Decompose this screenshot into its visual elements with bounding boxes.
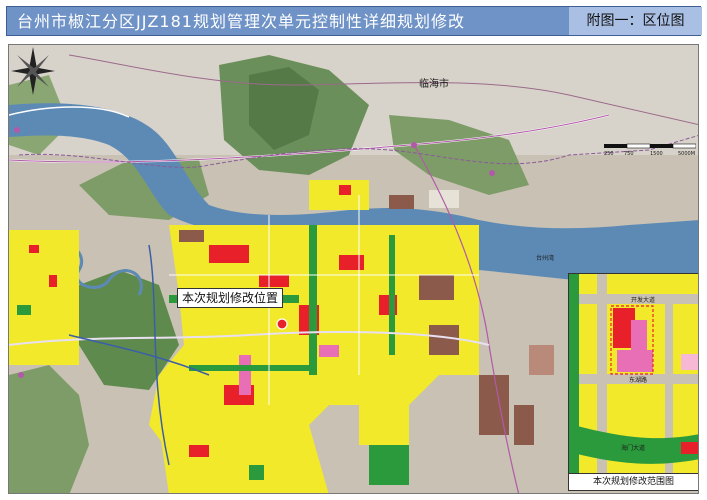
interchange-marker bbox=[14, 127, 20, 133]
inset-green-strip bbox=[569, 274, 579, 476]
interchange-marker bbox=[489, 170, 495, 176]
scale-tick: 750 bbox=[624, 151, 634, 157]
mixed-use-block bbox=[239, 355, 251, 395]
western-commercial-block bbox=[49, 275, 57, 287]
scale-tick: 5000M bbox=[678, 151, 696, 157]
green-corridor bbox=[189, 365, 309, 371]
industrial-block bbox=[479, 375, 509, 435]
inset-commercial bbox=[681, 442, 698, 454]
commercial-block bbox=[259, 275, 289, 287]
inset-caption: 本次规划修改范围图 bbox=[569, 473, 698, 490]
inset-mixed-use bbox=[617, 350, 653, 372]
industrial-block bbox=[514, 405, 534, 445]
western-commercial-block bbox=[29, 245, 39, 253]
western-green-block bbox=[17, 305, 31, 315]
interchange-marker bbox=[18, 372, 24, 378]
site-location-label: 本次规划修改位置 bbox=[177, 288, 284, 308]
green-corridor bbox=[389, 235, 395, 355]
inset-road-label: 开发大道 bbox=[631, 296, 655, 304]
southern-commercial bbox=[189, 445, 209, 457]
industrial-block bbox=[179, 230, 204, 242]
southern-residential bbox=[159, 425, 329, 493]
map-figure: 台州市椒江分区JJZ181规划管理次单元控制性详细规划修改 附图一：区位图 临海… bbox=[0, 0, 707, 500]
figure-label: 附图一：区位图 bbox=[569, 7, 702, 35]
interchange-marker bbox=[411, 142, 417, 148]
location-map: 临海市 台州湾 250 750 1500 5000M 本次规划修改位置 开发大道… bbox=[8, 44, 699, 494]
inset-map-canvas: 开发大道 东湖路 海门大道 bbox=[569, 274, 698, 476]
southern-green bbox=[249, 465, 264, 480]
linhai-city-label: 临海市 bbox=[419, 77, 449, 90]
scale-tick: 250 bbox=[604, 151, 614, 157]
mixed-use-block bbox=[319, 345, 339, 357]
commercial-block bbox=[339, 255, 364, 270]
taizhou-bay-label: 台州湾 bbox=[536, 254, 554, 262]
site-marker bbox=[276, 318, 288, 330]
inset-mixed-use bbox=[631, 320, 647, 350]
industrial-block bbox=[419, 275, 454, 300]
page-title: 台州市椒江分区JJZ181规划管理次单元控制性详细规划修改 bbox=[17, 12, 465, 31]
title-bar: 台州市椒江分区JJZ181规划管理次单元控制性详细规划修改 附图一：区位图 bbox=[6, 6, 702, 36]
scale-bar-graphic bbox=[604, 143, 696, 149]
north-bank-industrial bbox=[389, 195, 414, 209]
inset-road-label: 东湖路 bbox=[629, 376, 647, 384]
inset-map: 开发大道 东湖路 海门大道 本次规划修改范围图 bbox=[568, 273, 698, 491]
southeast-green bbox=[369, 445, 409, 485]
green-corridor bbox=[309, 225, 317, 375]
inset-mixed-use bbox=[681, 354, 698, 370]
industrial-block bbox=[429, 325, 459, 355]
north-bank-farmland bbox=[429, 190, 459, 208]
north-arrow-icon bbox=[11, 47, 55, 95]
inset-road-label: 海门大道 bbox=[621, 444, 645, 452]
industrial-block bbox=[529, 345, 554, 375]
scale-bar: 250 750 1500 5000M bbox=[604, 141, 696, 165]
commercial-block bbox=[209, 245, 249, 263]
southeast-residential bbox=[359, 405, 409, 445]
north-bank-commercial bbox=[339, 185, 351, 195]
scale-tick: 1500 bbox=[650, 151, 663, 157]
